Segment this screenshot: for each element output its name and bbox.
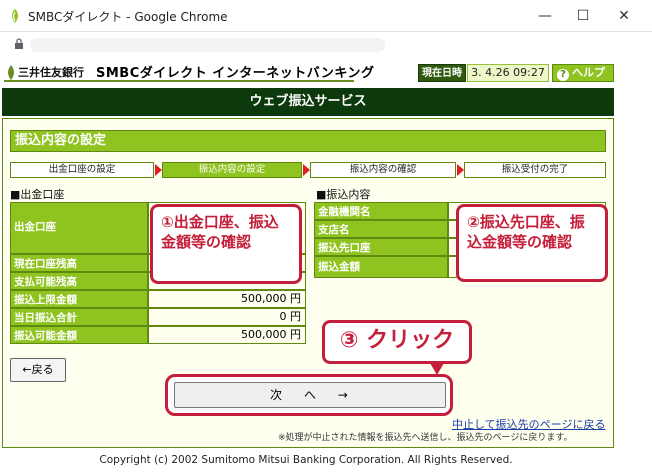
step-4: 振込受付の完了 [464,162,606,178]
step-3: 振込内容の確認 [310,162,456,178]
bank-name: 三井住友銀行 [18,66,84,79]
close-icon[interactable]: ✕ [614,6,634,26]
lock-icon [15,38,23,49]
row-label: 当日振込合計 [10,308,148,326]
help-label: ヘルプ [572,66,605,79]
datetime-value: 3. 4.26 09:27 [467,64,549,82]
step-arrow-icon [155,164,162,176]
row-label: 振込可能金額 [10,326,148,344]
row-value: 500,000 円 [148,326,306,344]
callout-1: ①出金口座、振込金額等の確認 [150,204,302,284]
address-bar [0,32,652,58]
withdrawal-account-title: ■出金口座 [10,188,65,201]
row-label: 振込金額 [314,256,448,278]
table-row: 振込可能金額 500,000 円 [10,326,306,344]
row-value: 500,000 円 [148,290,306,308]
step-arrow-icon [457,164,464,176]
row-label: 支店名 [314,220,448,238]
service-title-bar: ウェブ振込サービス [2,88,614,116]
window-titlebar: SMBCダイレクト - Google Chrome — ☐ ✕ [0,0,652,32]
service-name: SMBCダイレクト インターネットバンキング [96,66,375,81]
step-arrow-icon [303,164,310,176]
minimize-icon[interactable]: — [535,6,555,26]
row-value: 0 円 [148,308,306,326]
row-label: 出金口座 [10,202,148,254]
next-button[interactable]: 次 へ → [174,382,446,408]
smbc-app-icon [12,9,18,23]
table-row: 振込上限金額 500,000 円 [10,290,306,308]
step-1: 出金口座の設定 [10,162,154,178]
datetime-label: 現在日時 [418,64,466,82]
row-label: 現在口座残高 [10,254,148,272]
copyright-footer: Copyright (c) 2002 Sumitomo Mitsui Banki… [99,454,513,466]
page-content: 三井住友銀行 SMBCダイレクト インターネットバンキング 現在日時 3. 4.… [0,58,652,476]
row-label: 振込先口座 [314,238,448,256]
help-button[interactable]: ? ヘルプ [552,64,614,82]
help-icon: ? [557,69,569,81]
step-2-active: 振込内容の設定 [162,162,302,178]
row-label: 支払可能残高 [10,272,148,290]
window-title: SMBCダイレクト - Google Chrome [28,10,228,24]
table-row: 当日振込合計 0 円 [10,308,306,326]
cancel-note: ※処理が中止された情報を振込先へ送信し、振込先のページに戻ります。 [278,433,573,443]
header-divider [4,80,354,82]
row-label: 金融機関名 [314,202,448,220]
back-button[interactable]: ←戻る [10,358,66,382]
callout-3: ③ クリック [322,320,472,364]
row-label: 振込上限金額 [10,290,148,308]
section-title: 振込内容の設定 [10,130,606,152]
url-field[interactable] [30,38,385,52]
callout-2: ②振込先口座、振込金額等の確認 [456,204,608,282]
maximize-icon[interactable]: ☐ [573,6,593,26]
transfer-details-title: ■振込内容 [316,188,371,201]
